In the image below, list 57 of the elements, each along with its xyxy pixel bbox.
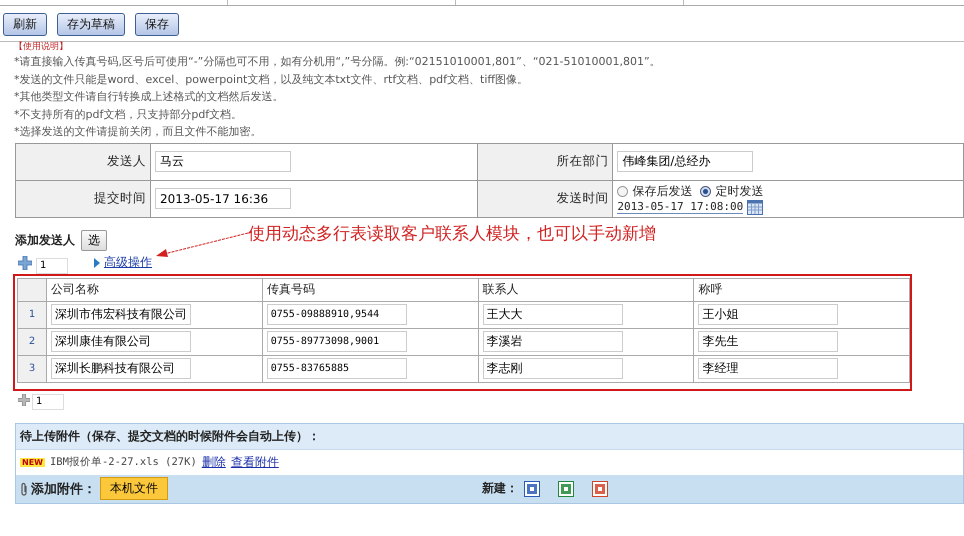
triangle-icon (94, 258, 100, 268)
field-label: 所在部门 (478, 143, 613, 180)
file-action-link[interactable]: 查看附件 (230, 454, 279, 471)
field-label: 发送人 (16, 143, 150, 180)
column-header: 传真号码 (262, 278, 478, 302)
instruction-line: *不支持所有的pdf文档，只支持部分pdf文档。 (14, 106, 244, 123)
advanced-link[interactable]: 高级操作 (104, 254, 152, 272)
field-label: 提交时间 (16, 180, 150, 218)
instruction-line: *其他类型文件请自行转换成上述格式的文档然后发送。 (14, 89, 284, 106)
table-input[interactable]: 李先生 (698, 331, 838, 352)
datetime-field[interactable]: 2013-05-17 17:08:00 (617, 200, 744, 214)
select-button[interactable]: 选 (81, 230, 107, 252)
table-input[interactable]: 0755-83765885 (266, 358, 407, 380)
radio-option[interactable]: 保存后发送 (617, 182, 692, 200)
table-input[interactable]: 李溪岩 (482, 331, 622, 352)
table-input[interactable]: 李经理 (698, 358, 838, 380)
add-row-icon[interactable] (18, 394, 30, 406)
column-header: 联系人 (478, 278, 694, 302)
column-header: 公司名称 (46, 278, 262, 302)
file-name: IBM报价单-2-27.xls (27K) (50, 455, 197, 470)
table-input[interactable]: 0755-89773098,9001 (266, 331, 407, 352)
row-number: 1 (18, 301, 46, 328)
row-number: 2 (18, 328, 46, 356)
instruction-line: *选择发送的文件请提前关闭，而且文件不能加密。 (14, 124, 262, 140)
table-input[interactable]: 王小姐 (698, 304, 838, 326)
annotation-text: 使用动态多行表读取客户联系人模块，也可以手动新增 (248, 222, 656, 245)
row-count-field[interactable]: 1 (36, 258, 68, 274)
row-count-field[interactable]: 1 (32, 394, 64, 410)
radio-option[interactable]: 定时发送 (700, 182, 764, 200)
instruction-line: *请直接输入传真号码,区号后可使用“-”分隔也可不用，如有分机用“,”号分隔。例:“02151010001,801”、“021-51010001,801”。 (14, 54, 662, 70)
calendar-icon[interactable] (747, 200, 764, 215)
add-row-icon[interactable] (18, 256, 32, 270)
new-document-label: 新建： (482, 480, 518, 498)
table-input[interactable]: 深圳长鹏科技有限公司 (51, 358, 191, 380)
toolbar-button[interactable]: 存为草稿 (57, 13, 125, 36)
row-number: 3 (18, 355, 46, 382)
field-label: 发送时间 (478, 180, 613, 218)
instruction-line: *发送的文件只能是word、excel、powerpoint文档，以及纯文本txt文件、rtf文档、pdf文档、tiff图像。 (14, 72, 529, 88)
local-file-button[interactable]: 本机文件 (100, 477, 168, 500)
toolbar-button[interactable]: 保存 (135, 13, 179, 36)
table-input[interactable]: 王大大 (482, 304, 622, 326)
add-recipient-label: 添加发送人 (15, 232, 75, 250)
new-badge: NEW (20, 458, 45, 467)
column-header: 称呼 (694, 278, 910, 302)
toolbar-button[interactable]: 刷新 (3, 13, 47, 36)
input-field[interactable]: 2013-05-17 16:36 (155, 188, 291, 210)
table-input[interactable]: 深圳市伟宏科技有限公司 (51, 304, 191, 326)
input-field[interactable]: 伟峰集团/总经办 (617, 151, 754, 172)
table-input[interactable]: 李志刚 (482, 358, 622, 380)
table-input[interactable]: 深圳康佳有限公司 (51, 331, 191, 352)
table-input[interactable]: 0755-09888910,9544 (266, 304, 407, 326)
attachments-title: 待上传附件（保存、提交文档的时候附件会自动上传）： (16, 424, 963, 449)
add-attachment-label: 添加附件： (31, 480, 96, 498)
input-field[interactable]: 马云 (155, 151, 291, 172)
instructions-title: 【使用说明】 (14, 42, 69, 53)
paperclip-icon (20, 482, 28, 496)
file-action-link[interactable]: 删除 (202, 454, 226, 471)
